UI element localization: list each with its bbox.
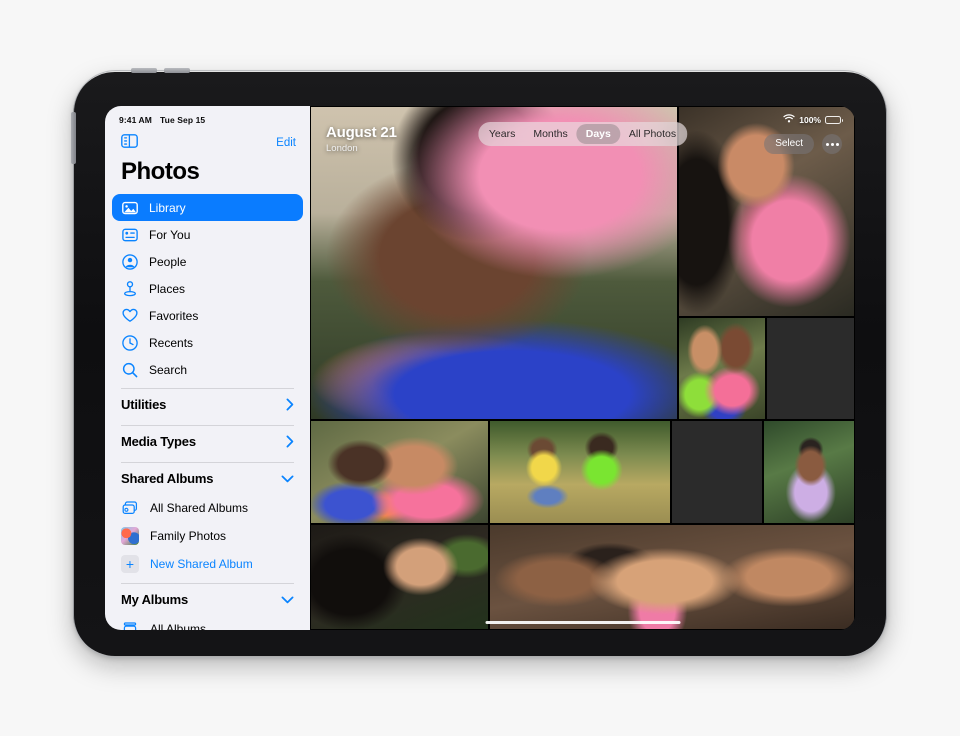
sidebar-item-all-albums[interactable]: All Albums — [105, 615, 310, 630]
sidebar-item-label: Places — [149, 281, 186, 296]
sidebar-item-people[interactable]: People — [112, 248, 303, 275]
battery-percent-label: 100% — [799, 114, 821, 125]
home-indicator[interactable] — [485, 620, 680, 624]
album-label: All Shared Albums — [150, 501, 249, 515]
sidebar-item-new-shared-album[interactable]: + New Shared Album — [105, 550, 310, 578]
power-button[interactable] — [71, 112, 76, 164]
sidebar-item-for-you[interactable]: For You — [112, 221, 303, 248]
heart-icon — [121, 307, 138, 324]
battery-icon — [825, 115, 843, 124]
sidebar-item-label: People — [149, 254, 187, 269]
content-toolbar: Select — [764, 134, 842, 154]
photo-berries-on-blanket[interactable] — [670, 420, 763, 525]
sidebar-toolbar: Edit — [105, 128, 310, 154]
photo-grid — [310, 106, 855, 630]
chevron-right-icon[interactable] — [286, 435, 294, 448]
photos-library-icon — [121, 199, 138, 216]
albums-stack-icon — [121, 620, 139, 630]
photo-woman-lilac-hijab[interactable] — [762, 420, 855, 525]
volume-up-button[interactable] — [131, 68, 157, 73]
segment-days[interactable]: Days — [576, 124, 620, 144]
chevron-down-icon[interactable] — [281, 474, 294, 483]
photos-content-area: August 21 London Years Months Days All P… — [310, 106, 855, 630]
sidebar-item-family-photos[interactable]: Family Photos — [105, 522, 310, 550]
ellipsis-icon[interactable] — [822, 134, 842, 154]
search-icon — [121, 361, 138, 378]
status-bar: 9:41 AM Tue Sep 15 — [105, 106, 310, 128]
map-pin-icon — [121, 280, 138, 297]
photo-woman-floral-dress-field[interactable] — [766, 316, 855, 421]
sidebar-item-search[interactable]: Search — [112, 356, 303, 383]
grid-row — [310, 524, 855, 630]
chevron-down-icon[interactable] — [281, 595, 294, 604]
album-thumbnail — [121, 527, 139, 545]
clock-icon — [121, 334, 138, 351]
sidebar-item-library[interactable]: Library — [112, 194, 303, 221]
status-bar-time: 9:41 AM — [119, 115, 152, 125]
sidebar-item-label: Library — [149, 200, 186, 215]
sidebar-toggle-icon[interactable] — [121, 133, 138, 153]
sidebar-item-label: Search — [149, 362, 188, 377]
section-title: Utilities — [121, 397, 167, 412]
hero-location: London — [326, 143, 358, 154]
sidebar-item-label: Recents — [149, 335, 194, 350]
photo-two-women-embrace[interactable] — [310, 420, 489, 525]
select-button[interactable]: Select — [764, 134, 814, 154]
sidebar-item-places[interactable]: Places — [112, 275, 303, 302]
for-you-icon — [121, 226, 138, 243]
timeline-segmented-control[interactable]: Years Months Days All Photos — [477, 122, 688, 146]
sidebar-section-shared-albums[interactable]: Shared Albums — [105, 463, 310, 494]
edit-button[interactable]: Edit — [276, 137, 296, 149]
sidebar-item-recents[interactable]: Recents — [112, 329, 303, 356]
plus-icon: + — [121, 555, 139, 573]
wifi-icon — [783, 114, 795, 125]
sidebar-item-label: For You — [149, 227, 191, 242]
segment-months[interactable]: Months — [524, 124, 576, 144]
sidebar-section-media-types[interactable]: Media Types — [105, 426, 310, 457]
sidebar-section-utilities[interactable]: Utilities — [105, 389, 310, 420]
album-label: Family Photos — [150, 529, 227, 543]
volume-down-button[interactable] — [164, 68, 190, 73]
section-title: Media Types — [121, 434, 196, 449]
hero-caption: August 21 London — [326, 124, 397, 154]
shared-album-icon — [121, 499, 139, 517]
person-circle-icon — [121, 253, 138, 270]
segment-all-photos[interactable]: All Photos — [620, 124, 685, 144]
hero-date: August 21 — [326, 124, 397, 141]
album-label: New Shared Album — [150, 557, 253, 571]
album-label: All Albums — [150, 622, 207, 630]
sidebar-item-label: Favorites — [149, 308, 199, 323]
sidebar-item-all-shared-albums[interactable]: All Shared Albums — [105, 494, 310, 522]
photo-girl-curly-hair-smiling[interactable] — [310, 524, 489, 630]
content-status-indicators: 100% — [783, 114, 843, 125]
chevron-right-icon[interactable] — [286, 398, 294, 411]
photo-two-women-pink-hijab[interactable] — [677, 316, 767, 421]
section-title: My Albums — [121, 592, 189, 607]
grid-row — [310, 420, 855, 525]
photo-three-women-kissing-cheeks[interactable] — [488, 524, 855, 630]
sidebar-section-my-albums[interactable]: My Albums — [105, 584, 310, 615]
segment-years[interactable]: Years — [480, 124, 524, 144]
photo-two-girls-sitting-grass[interactable] — [488, 420, 671, 525]
sidebar-nav-list: Library For You People Places Favorites … — [105, 194, 310, 383]
sidebar-item-favorites[interactable]: Favorites — [112, 302, 303, 329]
ipad-screen: 9:41 AM Tue Sep 15 Edit Photos Library F… — [105, 106, 855, 630]
photos-sidebar: 9:41 AM Tue Sep 15 Edit Photos Library F… — [105, 106, 310, 630]
section-title: Shared Albums — [121, 471, 214, 486]
status-bar-date: Tue Sep 15 — [159, 115, 206, 125]
page-title: Photos — [121, 158, 200, 185]
